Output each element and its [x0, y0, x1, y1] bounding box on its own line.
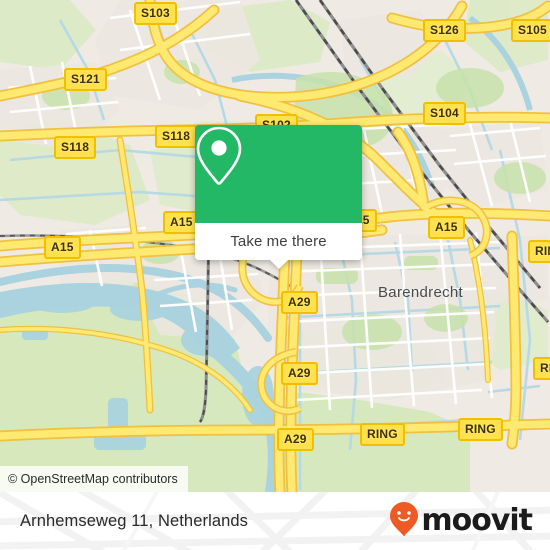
page-title: Arnhemseweg 11, Netherlands [20, 511, 249, 530]
take-me-there-label: Take me there [230, 233, 327, 250]
moovit-wordmark: moovit [421, 503, 533, 538]
footer-bar: Arnhemseweg 11, Netherlands moovit [0, 492, 550, 550]
shield-a29-top[interactable]: A29 [281, 291, 318, 314]
shield-s104[interactable]: S104 [423, 102, 466, 125]
shield-a15-right[interactable]: A15 [428, 216, 465, 239]
popup-tail-pointer [269, 260, 288, 269]
shield-a15-left[interactable]: A15 [44, 236, 81, 259]
osm-attribution[interactable]: © OpenStreetMap contributors [0, 466, 188, 492]
shield-ring-right-top[interactable]: RING [528, 240, 550, 263]
moovit-smiley-pin-icon [389, 501, 419, 542]
location-popup-card[interactable]: Take me there [195, 125, 362, 269]
take-me-there-button[interactable]: Take me there [195, 223, 362, 269]
osm-attribution-text: © OpenStreetMap contributors [8, 472, 178, 486]
shield-ring-far[interactable]: RING [458, 418, 503, 441]
shield-s103[interactable]: S103 [134, 2, 177, 25]
shield-ring-right-bottom[interactable]: RING [533, 357, 550, 380]
map-canvas[interactable]: Barendrecht S103 S126 S105 S121 S104 S11… [0, 0, 550, 492]
shield-a29-mid[interactable]: A29 [281, 362, 318, 385]
popup-pin-area [195, 125, 362, 223]
moovit-logo[interactable]: moovit [389, 492, 533, 550]
shield-s121[interactable]: S121 [64, 68, 107, 91]
place-label-barendrecht: Barendrecht [378, 284, 464, 301]
shield-s105[interactable]: S105 [511, 19, 550, 42]
shield-s118-mid[interactable]: S118 [155, 125, 198, 148]
map-page: Barendrecht S103 S126 S105 S121 S104 S11… [0, 0, 550, 550]
shield-s126[interactable]: S126 [423, 19, 466, 42]
shield-s118-left[interactable]: S118 [54, 136, 97, 159]
shield-ring-mid[interactable]: RING [360, 423, 405, 446]
shield-a29-bottom[interactable]: A29 [277, 428, 314, 451]
